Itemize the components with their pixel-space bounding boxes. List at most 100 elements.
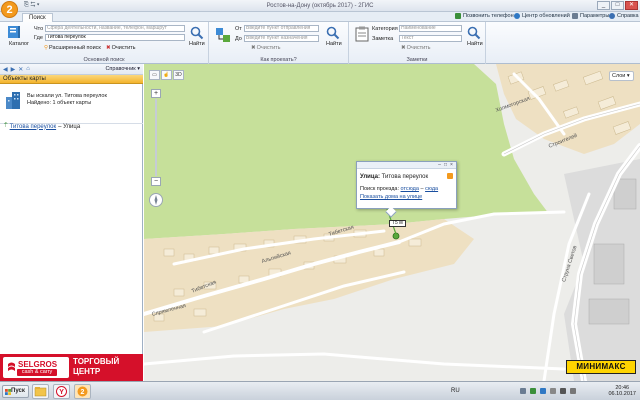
street-icon: ⍑ <box>4 123 8 129</box>
where-input[interactable]: Титова переулок <box>45 34 185 41</box>
popup-close-icon[interactable]: × <box>449 163 454 168</box>
result-summary: Вы искали ул. Титова переулок Найдено: 1… <box>0 84 143 124</box>
close-results-icon[interactable]: ✕ <box>18 66 23 73</box>
marker-label: Т5 м <box>389 220 406 227</box>
route-find-button[interactable]: Найти <box>326 41 342 47</box>
street-popup: – □ × Улица: Титова переулок Поиск проез… <box>356 161 457 218</box>
selgros-name: SELGROS <box>18 360 58 369</box>
title-bar: ⎘ ⇆ ▾ Ростов-на-Дону (октябрь 2017) - 2Г… <box>0 0 640 12</box>
search-icon[interactable] <box>190 26 206 40</box>
forward-icon[interactable]: ▶ <box>11 66 16 73</box>
language-indicator[interactable]: RU <box>451 388 460 394</box>
zoom-out-button[interactable]: − <box>151 177 161 186</box>
window-title: Ростов-на-Дону (октябрь 2017) - 2ГИС <box>266 3 374 9</box>
notes-search-icon[interactable] <box>467 26 483 40</box>
tray-antivirus-icon[interactable] <box>530 388 536 394</box>
app-logo[interactable]: 2 <box>1 1 18 18</box>
found-count-text: Найдено: 1 объект карты <box>27 100 92 106</box>
from-input[interactable]: Введите пункт отправления <box>244 25 319 32</box>
help-icon <box>609 13 615 19</box>
where-label: Где <box>34 35 43 41</box>
catalog-label[interactable]: Каталог <box>9 41 29 47</box>
tab-search[interactable]: Поиск <box>22 13 53 22</box>
tray-network-icon[interactable] <box>520 388 526 394</box>
tray-volume-icon[interactable] <box>570 388 576 394</box>
gear-icon <box>572 13 578 19</box>
route-icon[interactable] <box>215 27 231 42</box>
clear-route-button[interactable]: ✖ Очистить <box>251 45 281 51</box>
panel-nav: ◀ ▶ ✕ ⌂ <box>3 66 30 73</box>
route-group: От Введите пункт отправления До Введите … <box>209 22 349 64</box>
ribbon-tab-bar: Поиск Позвонить телефон Центр обновлений… <box>0 12 640 22</box>
clear-main-button[interactable]: ✖ Очистить <box>106 45 136 51</box>
tray-network-status-icon[interactable] <box>560 388 566 394</box>
maximize-button[interactable]: □ <box>611 1 624 10</box>
popup-minimize-icon[interactable]: – <box>437 163 442 168</box>
selgros-subtitle: cash & carry <box>17 369 57 376</box>
explorer-taskbar-icon[interactable] <box>32 384 49 399</box>
to-label: До <box>235 36 242 42</box>
zoom-control: + − <box>151 89 161 189</box>
notes-find-button[interactable]: Найти <box>467 41 483 47</box>
system-clock[interactable]: 20:46 06.10.2017 <box>608 385 636 397</box>
route-search-icon[interactable] <box>326 26 342 40</box>
zoom-in-button[interactable]: + <box>151 89 161 98</box>
selgros-tagline: ТОРГОВЫЙ ЦЕНТР <box>73 357 120 376</box>
popup-route-row: Поиск проезда: отсюда – сюда <box>360 186 439 192</box>
compass-icon[interactable] <box>149 193 163 207</box>
windows-flag-icon <box>5 389 11 395</box>
2gis-taskbar-icon[interactable]: 2 <box>74 384 91 399</box>
selgros-ad-banner[interactable]: SELGROS cash & carry ТОРГОВЫЙ ЦЕНТР <box>0 354 143 381</box>
main-search-group-label: Основной поиск <box>83 57 125 63</box>
popup-titlebar: – □ × <box>357 162 456 169</box>
reference-dropdown[interactable]: Справочник ▾ <box>105 66 140 72</box>
call-link[interactable]: Позвонить телефон <box>455 13 514 19</box>
panel-toolbar: ◀ ▶ ✕ ⌂ Справочник ▾ <box>0 64 143 75</box>
zoom-slider[interactable] <box>155 99 157 176</box>
route-to-here-link[interactable]: сюда <box>425 186 438 192</box>
category-input[interactable]: Наименование <box>399 25 462 32</box>
popup-restore-icon[interactable]: □ <box>443 163 448 168</box>
search-query-text: Вы искали ул. Титова переулок <box>27 93 107 99</box>
phone-icon <box>455 13 461 19</box>
feed-icon[interactable] <box>447 173 453 179</box>
settings-link[interactable]: Параметры <box>572 13 609 19</box>
route-group-label: Как проехать? <box>260 57 297 63</box>
close-button[interactable]: ✕ <box>625 1 638 10</box>
popup-title: Улица: Титова переулок <box>360 174 429 180</box>
to-input[interactable]: Введите пункт назначения <box>244 35 319 42</box>
selgros-logo: SELGROS cash & carry <box>3 357 69 378</box>
park-area <box>144 64 549 239</box>
yandex-browser-taskbar-icon[interactable]: Y <box>53 384 70 399</box>
results-panel: ◀ ▶ ✕ ⌂ Справочник ▾ Объекты карты Вы ис… <box>0 64 143 381</box>
list-item: ⍑ Титова переулок – Улица <box>4 123 80 130</box>
layers-button[interactable]: Слои ▾ <box>609 71 634 81</box>
home-icon[interactable]: ⌂ <box>26 66 30 73</box>
note-input[interactable]: Текст <box>399 35 462 42</box>
start-button[interactable]: Пуск <box>2 385 29 398</box>
route-from-here-link[interactable]: отсюда <box>401 186 419 192</box>
notes-group: Категория Наименование Заметка Текст Най… <box>349 22 486 64</box>
what-input[interactable]: Сфера деятельности, название, телефон, м… <box>45 25 185 32</box>
help-link[interactable]: Справка <box>609 13 639 19</box>
show-buildings-link[interactable]: Показать дома на улице <box>360 194 422 200</box>
minimaks-ad-banner[interactable]: МИНИМАКС <box>566 360 636 374</box>
minimize-button[interactable]: _ <box>597 1 610 10</box>
3d-button[interactable]: 3D <box>173 70 184 80</box>
tray-flag-icon[interactable] <box>550 388 556 394</box>
update-center-link[interactable]: Центр обновлений <box>514 13 570 19</box>
result-link[interactable]: Титова переулок <box>10 124 57 130</box>
back-icon[interactable]: ◀ <box>3 66 8 73</box>
advanced-search-button[interactable]: ⚲ Расширенный поиск <box>44 45 101 51</box>
taskbar: Пуск Y 2 RU 20:46 06.10.2017 <box>0 381 640 400</box>
map-view[interactable]: ▭ ☝ 3D + − Слои ▾ Холмогорская Строителе… <box>144 64 640 381</box>
notes-icon[interactable] <box>355 26 371 42</box>
clear-icon: ✖ <box>401 45 406 51</box>
hand-tool-button[interactable]: ☝ <box>161 70 172 80</box>
catalog-icon[interactable] <box>6 25 22 39</box>
find-button[interactable]: Найти <box>189 41 205 47</box>
clear-notes-button[interactable]: ✖ Очистить <box>401 45 431 51</box>
ruler-tool-button[interactable]: ▭ <box>149 70 160 80</box>
clear-icon: ✖ <box>106 45 111 51</box>
tray-update-icon[interactable] <box>540 388 546 394</box>
